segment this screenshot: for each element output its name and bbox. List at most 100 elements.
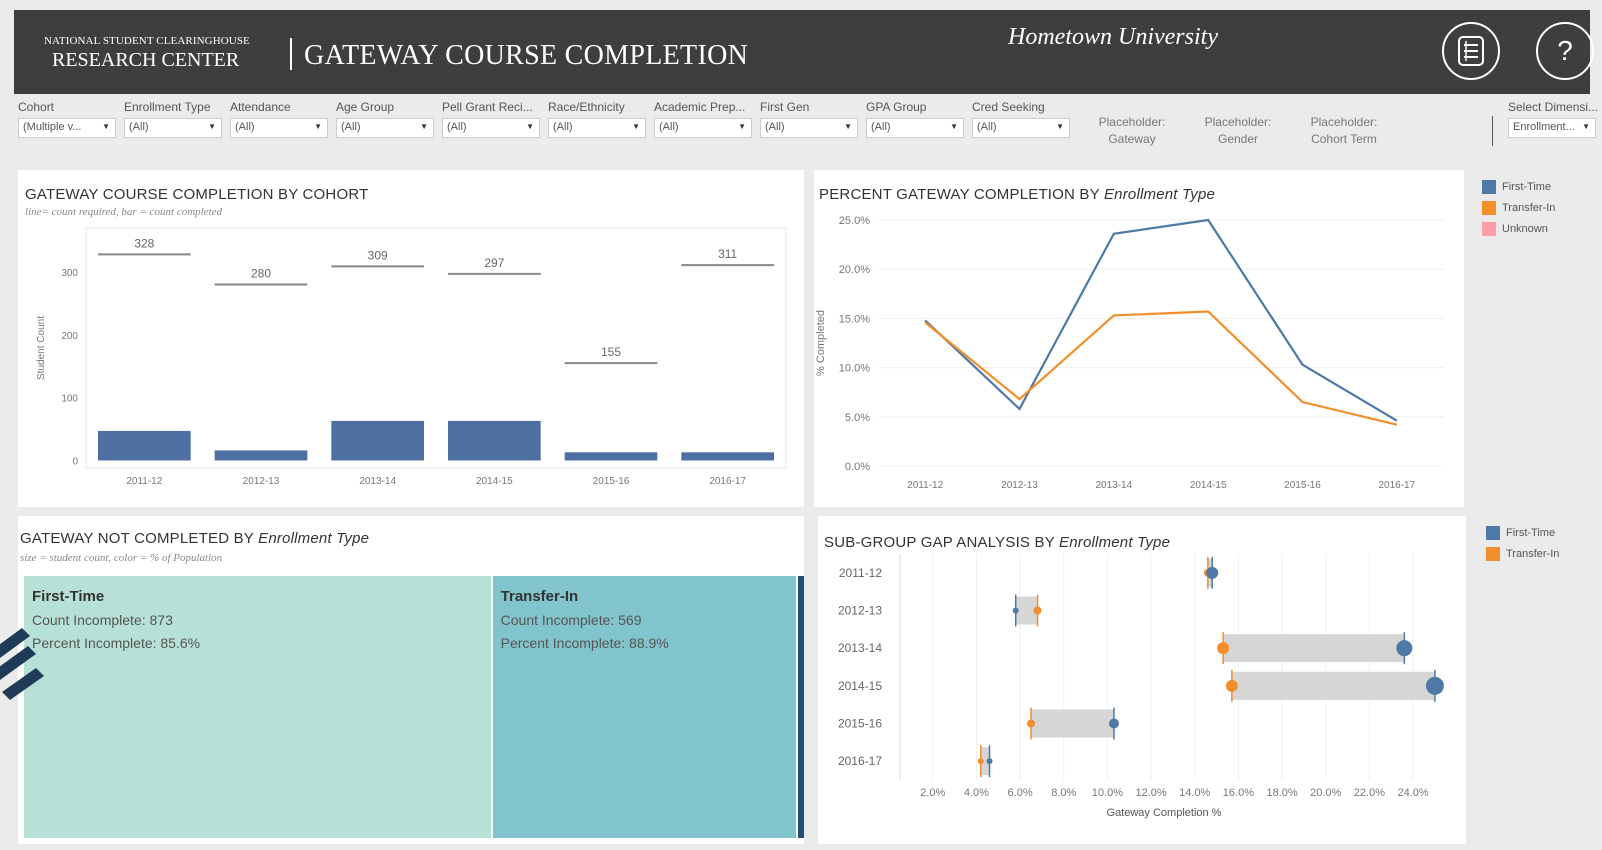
y-tick-label: 10.0%	[839, 363, 870, 375]
first-time-dot	[1206, 566, 1219, 579]
x-tick-label: 18.0%	[1266, 787, 1297, 799]
panel-title-plain: GATEWAY NOT COMPLETED BY	[20, 530, 259, 547]
treemap-cell-unknown[interactable]	[798, 576, 804, 838]
x-tick-label: 2016-17	[1378, 480, 1415, 491]
dropdown-caret-icon: ▼	[1582, 122, 1590, 131]
legend-swatch	[1482, 221, 1496, 236]
filter-value: (All)	[977, 121, 997, 133]
placeholder-cohort-term: Placeholder: Cohort Term	[1298, 114, 1390, 148]
first-time-dot	[1425, 676, 1444, 695]
panel-not-completed: GATEWAY NOT COMPLETED BY Enrollment Type…	[18, 516, 804, 844]
filter-select-race-ethnicity[interactable]: (All) ▼	[548, 118, 646, 138]
series-line	[924, 218, 1398, 422]
x-tick-label: 22.0%	[1354, 787, 1385, 799]
y-tick-label: 0.0%	[845, 461, 870, 473]
filter-select-cohort[interactable]: (Multiple v... ▼	[18, 118, 116, 138]
menu-button[interactable]	[1442, 22, 1500, 80]
bar-completed	[214, 450, 308, 461]
x-tick-label: 10.0%	[1092, 787, 1123, 799]
legend-label: Unknown	[1502, 222, 1548, 235]
filter-attendance: Attendance (All) ▼	[230, 100, 334, 138]
dropdown-caret-icon: ▼	[738, 122, 746, 131]
select-dimension-dropdown[interactable]: Enrollment... ▼	[1508, 118, 1596, 138]
first-time-dot	[986, 758, 993, 765]
y-tick-label: 20.0%	[839, 264, 870, 276]
x-tick-label: 2014-15	[1190, 480, 1227, 491]
x-tick-label: 12.0%	[1135, 787, 1166, 799]
help-button[interactable]: ?	[1536, 22, 1594, 80]
y-tick-label: 2013-14	[838, 641, 882, 655]
required-value-label: 311	[718, 247, 737, 261]
decorative-chevron-icon	[0, 628, 44, 700]
bar-completed	[564, 452, 658, 461]
y-tick-label: 2015-16	[838, 717, 882, 731]
filter-label: Select Dimensi...	[1508, 100, 1599, 114]
legend-swatch	[1482, 200, 1496, 215]
treemap-percent-incomplete: Percent Incomplete: 88.9%	[500, 635, 669, 651]
filter-select-pell-grant[interactable]: (All) ▼	[442, 118, 540, 138]
y-tick-label: 100	[61, 394, 78, 405]
legend-label: First-Time	[1506, 526, 1556, 539]
filter-enrollment-type: Enrollment Type (All) ▼	[124, 100, 228, 138]
placeholder-label: Placeholder:	[1098, 115, 1166, 129]
legend-item-first-time[interactable]: First-Time	[1486, 522, 1559, 543]
placeholder-gender: Placeholder: Gender	[1196, 114, 1280, 148]
first-time-dot	[1012, 607, 1019, 614]
org-logo: NATIONAL STUDENT CLEARINGHOUSE RESEARCH …	[44, 36, 250, 71]
filter-label: Race/Ethnicity	[548, 100, 625, 114]
first-time-dot	[1396, 640, 1413, 657]
transfer-in-dot	[1217, 642, 1230, 655]
treemap-percent-incomplete: Percent Incomplete: 85.6%	[32, 635, 201, 651]
filter-value: (All)	[129, 121, 149, 133]
filter-value: (Multiple v...	[23, 121, 82, 133]
transfer-in-dot	[1026, 719, 1035, 728]
legend-item-transfer-in[interactable]: Transfer-In	[1486, 543, 1559, 564]
x-tick-label: 24.0%	[1397, 787, 1428, 799]
x-tick-label: 2014-15	[476, 476, 513, 487]
filter-label: Cred Seeking	[972, 100, 1045, 114]
panel-gap-analysis: SUB-GROUP GAP ANALYSIS BY Enrollment Typ…	[818, 516, 1466, 844]
filter-select-academic-prep[interactable]: (All) ▼	[654, 118, 752, 138]
y-tick-label: 25.0%	[839, 215, 870, 227]
treemap-cell-name: Transfer-In	[500, 588, 579, 605]
legend-item-unknown[interactable]: Unknown	[1482, 218, 1555, 239]
x-tick-label: 2015-16	[593, 476, 630, 487]
filter-label: Academic Prep...	[654, 100, 746, 114]
x-tick-label: 2013-14	[359, 476, 396, 487]
first-time-dot	[1108, 718, 1119, 729]
filter-cred-seeking: Cred Seeking (All) ▼	[972, 100, 1076, 138]
placeholder-gateway: Placeholder: Gateway	[1090, 114, 1174, 148]
dropdown-caret-icon: ▼	[844, 122, 852, 131]
treemap-cell-first-time[interactable]: First-Time Count Incomplete: 873 Percent…	[24, 576, 491, 838]
y-tick-label: 2011-12	[839, 566, 882, 580]
y-axis-label: % Completed	[815, 310, 827, 376]
filter-select-attendance[interactable]: (All) ▼	[230, 118, 328, 138]
x-tick-label: 2013-14	[1095, 480, 1132, 491]
x-tick-label: 2011-12	[126, 476, 162, 487]
dropdown-caret-icon: ▼	[1056, 122, 1064, 131]
y-tick-label: 2016-17	[838, 754, 882, 768]
required-value-label: 280	[251, 267, 271, 281]
panel-percent-completion: PERCENT GATEWAY COMPLETION BY Enrollment…	[814, 170, 1464, 507]
filter-age-group: Age Group (All) ▼	[336, 100, 440, 138]
legend-label: Transfer-In	[1502, 201, 1556, 214]
filter-value: Enrollment...	[1513, 121, 1575, 133]
filter-select-gpa-group[interactable]: (All) ▼	[866, 118, 964, 138]
filter-select-first-gen[interactable]: (All) ▼	[760, 118, 858, 138]
legend-gap-enrollment-type: First-Time Transfer-In	[1486, 522, 1559, 564]
filter-select-age-group[interactable]: (All) ▼	[336, 118, 434, 138]
placeholder-label: Placeholder:	[1310, 115, 1378, 129]
cohort-bar-chart: 0 100 200 300 Student Count 328 2011-12 280 2012…	[36, 227, 787, 487]
x-tick-label: 2016-17	[709, 476, 746, 487]
filter-select-cred-seeking[interactable]: (All) ▼	[972, 118, 1070, 138]
filter-label: Cohort	[18, 100, 55, 114]
x-tick-label: 20.0%	[1310, 787, 1341, 799]
filter-label: Pell Grant Reci...	[442, 100, 533, 114]
not-completed-treemap: First-Time Count Incomplete: 873 Percent…	[24, 576, 804, 838]
legend-item-transfer-in[interactable]: Transfer-In	[1482, 197, 1555, 218]
filter-select-enrollment-type[interactable]: (All) ▼	[124, 118, 222, 138]
select-dimension: Select Dimensi... Enrollment... ▼	[1508, 100, 1602, 138]
legend-item-first-time[interactable]: First-Time	[1482, 176, 1555, 197]
x-tick-label: 6.0%	[1008, 787, 1033, 799]
treemap-cell-transfer-in[interactable]: Transfer-In Count Incomplete: 569 Percen…	[492, 576, 797, 838]
